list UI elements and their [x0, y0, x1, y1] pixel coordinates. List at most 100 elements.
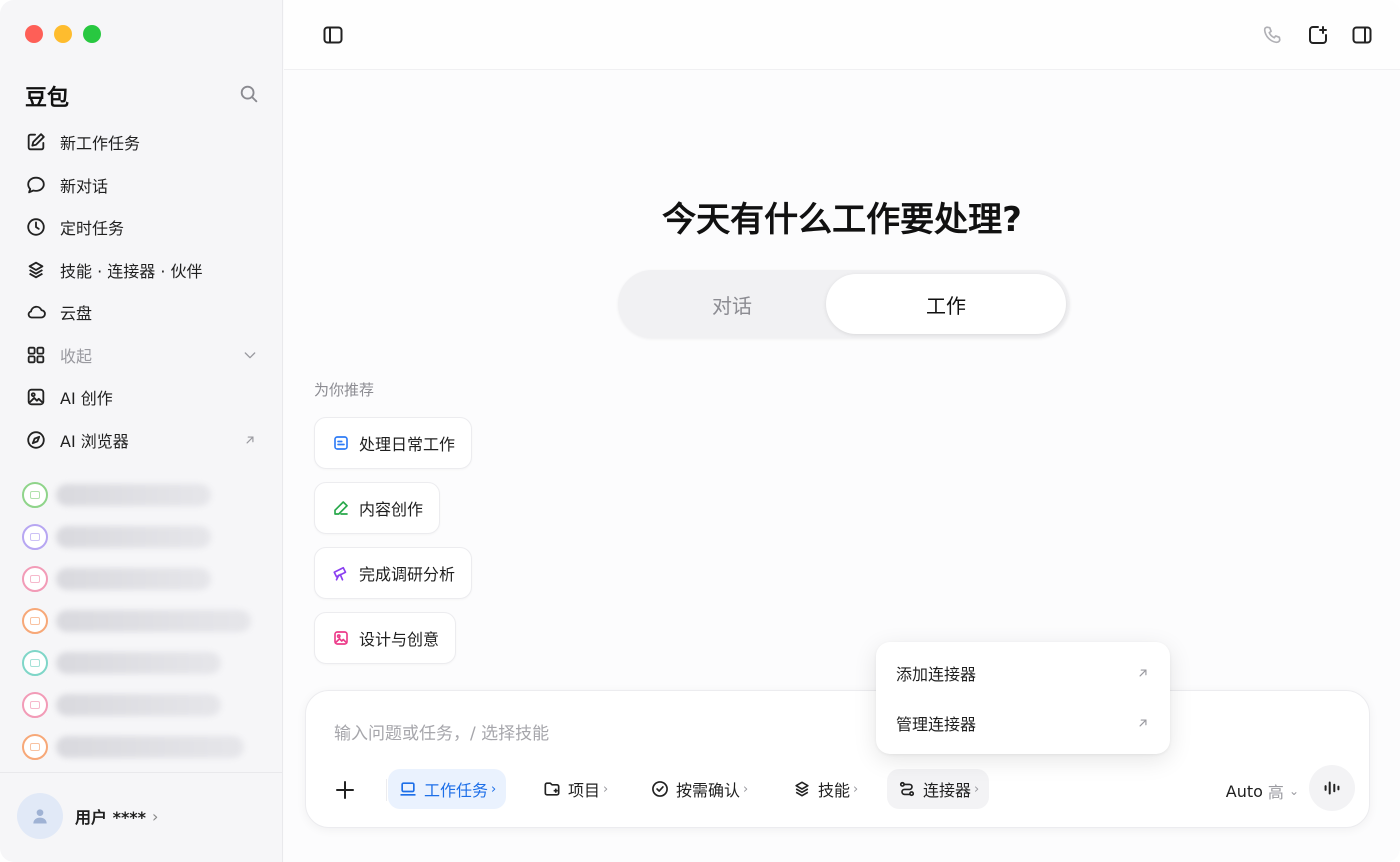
- model-selector[interactable]: Auto 高 ⌄: [1226, 779, 1299, 803]
- tool-skills[interactable]: 技能 ›: [782, 769, 868, 809]
- sidebar-item-cloud-drive[interactable]: 云盘: [16, 291, 268, 334]
- chip-label: 处理日常工作: [359, 435, 456, 454]
- chevron-right-icon: ›: [491, 781, 497, 797]
- chat-history-item[interactable]: [22, 516, 262, 558]
- edit-icon: [24, 130, 48, 154]
- chat-history-title-redacted: [56, 526, 211, 548]
- cloud-icon: [24, 300, 48, 324]
- chip-label: 内容创作: [359, 500, 424, 519]
- chat-icon: [22, 734, 48, 760]
- image-icon: [331, 628, 351, 648]
- chat-icon: [22, 608, 48, 634]
- composer-divider: [386, 779, 387, 801]
- layers-icon: [24, 258, 48, 282]
- new-window-button[interactable]: [1305, 22, 1331, 48]
- chip-daily-work[interactable]: 处理日常工作: [314, 417, 473, 469]
- tool-confirm-on-demand[interactable]: 按需确认 ›: [640, 769, 758, 809]
- app-brand: 豆包: [25, 86, 70, 111]
- sidebar-item-collapse[interactable]: 收起: [16, 334, 268, 377]
- sidebar-item-new-chat[interactable]: 新对话: [16, 164, 268, 207]
- chevron-down-icon: [238, 343, 262, 367]
- tab-chat[interactable]: 对话: [622, 274, 842, 334]
- waveform-icon: [1324, 781, 1340, 795]
- external-link-icon: [1139, 669, 1147, 677]
- sidebar-item-scheduled-tasks[interactable]: 定时任务: [16, 206, 268, 249]
- model-name: Auto: [1225, 781, 1263, 801]
- minimize-window-button[interactable]: [54, 25, 72, 43]
- sidebar-item-ai-browser[interactable]: AI 浏览器: [16, 419, 268, 462]
- chat-bubble-icon: [24, 173, 48, 197]
- user-profile-button[interactable]: 用户 **** ›: [17, 793, 158, 839]
- tool-label: 工作任务: [424, 781, 489, 800]
- mode-toggle: 对话 工作: [618, 270, 1070, 338]
- chat-history-item[interactable]: [22, 558, 262, 600]
- phone-icon: [1263, 26, 1281, 44]
- sidebar-item-new-work-task[interactable]: 新工作任务: [16, 121, 268, 164]
- sidebar-divider: [0, 772, 283, 773]
- sidebar-item-skills-connectors-partners[interactable]: 技能 · 连接器 · 伙伴: [16, 249, 268, 292]
- tool-project[interactable]: 项目 ›: [532, 769, 618, 809]
- sidebar-item-label: 新对话: [60, 176, 109, 196]
- chip-label: 完成调研分析: [359, 565, 456, 584]
- tool-work-task[interactable]: 工作任务 ›: [388, 769, 507, 809]
- voice-input-button[interactable]: [1309, 765, 1355, 811]
- sidebar-item-label: AI 创作: [60, 389, 113, 409]
- toggle-right-panel-button[interactable]: [1349, 22, 1375, 48]
- chat-history-item[interactable]: [22, 600, 262, 642]
- laptop-icon: [398, 779, 418, 799]
- toggle-sidebar-button[interactable]: [320, 22, 346, 48]
- tool-label: 技能: [818, 781, 851, 800]
- chat-history-item[interactable]: [22, 684, 262, 726]
- telescope-icon: [331, 563, 351, 583]
- chip-content-creation[interactable]: 内容创作: [314, 482, 441, 534]
- sidebar-item-label: 新工作任务: [60, 134, 141, 154]
- chat-history-title-redacted: [56, 736, 244, 758]
- chevron-right-icon: ›: [743, 781, 749, 797]
- right-panel-icon: [1352, 26, 1372, 44]
- folder-icon: [542, 779, 562, 799]
- chip-research-analysis[interactable]: 完成调研分析: [314, 547, 473, 599]
- chip-label: 设计与创意: [359, 630, 440, 649]
- top-toolbar: [284, 0, 1400, 70]
- chevron-right-icon: ›: [853, 781, 859, 797]
- chat-history-item[interactable]: [22, 474, 262, 516]
- recommend-label: 为你推荐: [314, 381, 375, 399]
- sidebar-item-label: AI 浏览器: [60, 431, 129, 451]
- pen-icon: [331, 498, 351, 518]
- chevron-right-icon: ›: [974, 781, 980, 797]
- call-button[interactable]: [1259, 22, 1285, 48]
- chat-history-item[interactable]: [22, 726, 262, 768]
- chat-icon: [22, 650, 48, 676]
- task-input[interactable]: [334, 721, 874, 747]
- sidebar-nav: 新工作任务 新对话 定时任务 技能 · 连接器 · 伙伴 云盘 收起 AI 创作…: [16, 121, 268, 461]
- chip-design-creativity[interactable]: 设计与创意: [314, 612, 457, 664]
- search-icon: [240, 85, 258, 103]
- new-chat-icon: [1309, 26, 1327, 44]
- sidebar-item-ai-creation[interactable]: AI 创作: [16, 376, 268, 419]
- tool-label: 按需确认: [676, 781, 741, 800]
- menu-item-manage-connectors[interactable]: 管理连接器: [876, 698, 1170, 748]
- sidebar-item-label: 技能 · 连接器 · 伙伴: [60, 261, 203, 281]
- composer: 工作任务 › 项目 › 按需确认 › 技能: [305, 690, 1370, 828]
- search-button[interactable]: [237, 82, 261, 106]
- close-window-button[interactable]: [25, 25, 43, 43]
- tool-connectors[interactable]: 连接器 ›: [887, 769, 990, 809]
- add-attachment-button[interactable]: [328, 773, 362, 807]
- chat-history-title-redacted: [56, 694, 221, 716]
- external-link-icon: [238, 428, 262, 452]
- tool-label: 连接器: [923, 781, 972, 800]
- connector-dropdown-menu: 添加连接器 管理连接器: [876, 642, 1170, 754]
- chat-history-item[interactable]: [22, 642, 262, 684]
- maximize-window-button[interactable]: [83, 25, 101, 43]
- sidebar-item-label: 定时任务: [60, 219, 125, 239]
- sidebar: 豆包 新工作任务 新对话 定时任务 技能 · 连接器 · 伙伴 云盘 收起 AI…: [0, 0, 283, 862]
- menu-item-label: 管理连接器: [896, 715, 977, 734]
- recommendation-list: 处理日常工作 内容创作 完成调研分析 设计与创意: [314, 417, 473, 677]
- main-area: 今天有什么工作要处理? 对话 工作 为你推荐 处理日常工作 内容创作 完成调研分…: [284, 0, 1400, 862]
- external-link-icon: [1139, 719, 1147, 727]
- sidebar-toggle-icon: [323, 26, 343, 44]
- menu-item-add-connector[interactable]: 添加连接器: [876, 648, 1170, 698]
- chat-icon: [22, 482, 48, 508]
- user-name: 用户 ****: [75, 808, 147, 827]
- tab-work[interactable]: 工作: [826, 274, 1066, 334]
